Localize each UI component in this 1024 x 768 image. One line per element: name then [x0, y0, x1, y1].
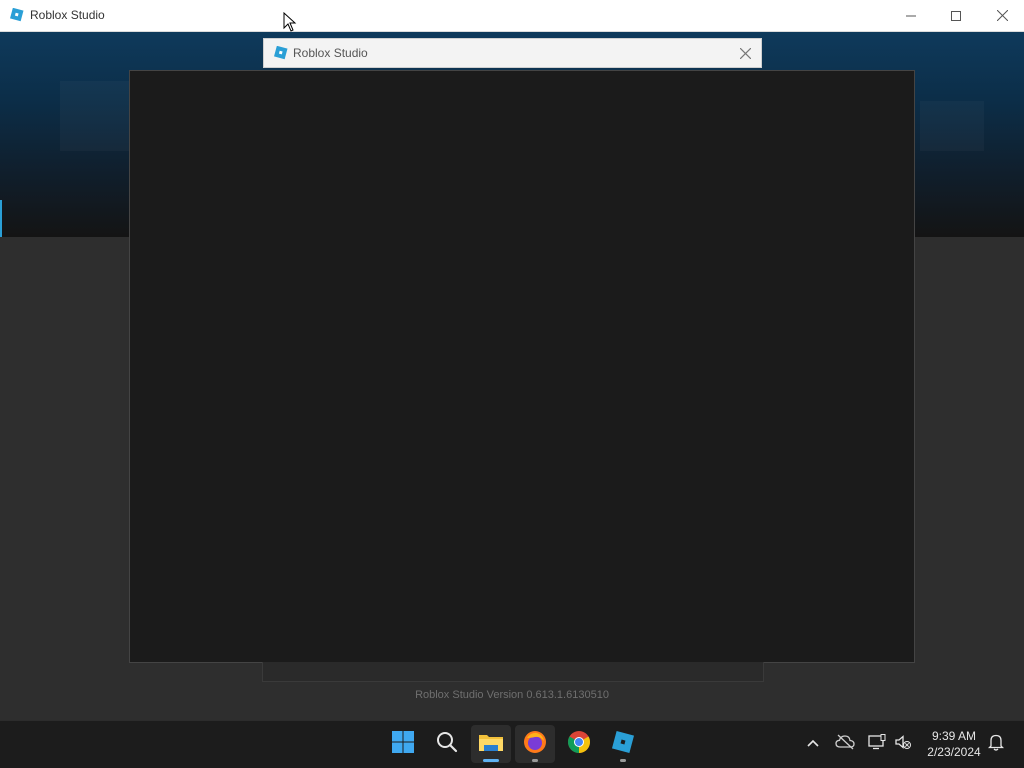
version-label: Roblox Studio Version 0.613.1.6130510 — [415, 689, 609, 701]
firefox-icon — [523, 730, 547, 759]
dialog-title: Roblox Studio — [293, 46, 368, 60]
roblox-studio-icon — [273, 45, 288, 61]
chevron-up-icon — [806, 735, 820, 753]
taskbar-file-explorer[interactable] — [471, 725, 511, 763]
start-button[interactable] — [383, 725, 423, 763]
volume-tray-button[interactable] — [892, 733, 914, 755]
clock-time: 9:39 AM — [931, 729, 977, 743]
taskbar-firefox[interactable] — [515, 725, 555, 763]
clock-date: 2/23/2024 — [927, 745, 981, 759]
dialog-footer — [262, 662, 764, 682]
mouse-cursor-icon — [283, 11, 297, 32]
window-title: Roblox Studio — [30, 8, 105, 22]
close-button[interactable] — [979, 0, 1024, 31]
search-icon — [436, 731, 458, 758]
maximize-button[interactable] — [933, 0, 979, 31]
windows-start-icon — [391, 730, 415, 759]
bell-icon — [987, 733, 1005, 756]
window-titlebar[interactable]: Roblox Studio — [0, 0, 1024, 32]
dialog-content-panel — [129, 70, 915, 663]
taskbar-roblox-studio[interactable] — [603, 725, 643, 763]
show-hidden-icons-button[interactable] — [802, 733, 824, 755]
chrome-icon — [567, 730, 591, 759]
dialog-titlebar[interactable]: Roblox Studio — [263, 38, 762, 68]
taskbar-chrome[interactable] — [559, 725, 599, 763]
roblox-studio-icon — [9, 7, 24, 23]
taskbar-search-button[interactable] — [427, 725, 467, 763]
onedrive-tray-button[interactable] — [834, 733, 856, 755]
minimize-button[interactable] — [888, 0, 934, 31]
dialog-close-button[interactable] — [735, 43, 755, 63]
speaker-muted-icon — [894, 734, 912, 755]
cloud-offline-icon — [835, 734, 855, 755]
network-icon — [868, 733, 886, 755]
notifications-button[interactable] — [985, 733, 1007, 755]
roblox-studio-icon — [611, 730, 635, 759]
network-tray-button[interactable] — [866, 733, 888, 755]
taskbar-clock[interactable]: 9:39 AM 2/23/2024 — [918, 728, 990, 760]
folder-icon — [478, 731, 504, 758]
